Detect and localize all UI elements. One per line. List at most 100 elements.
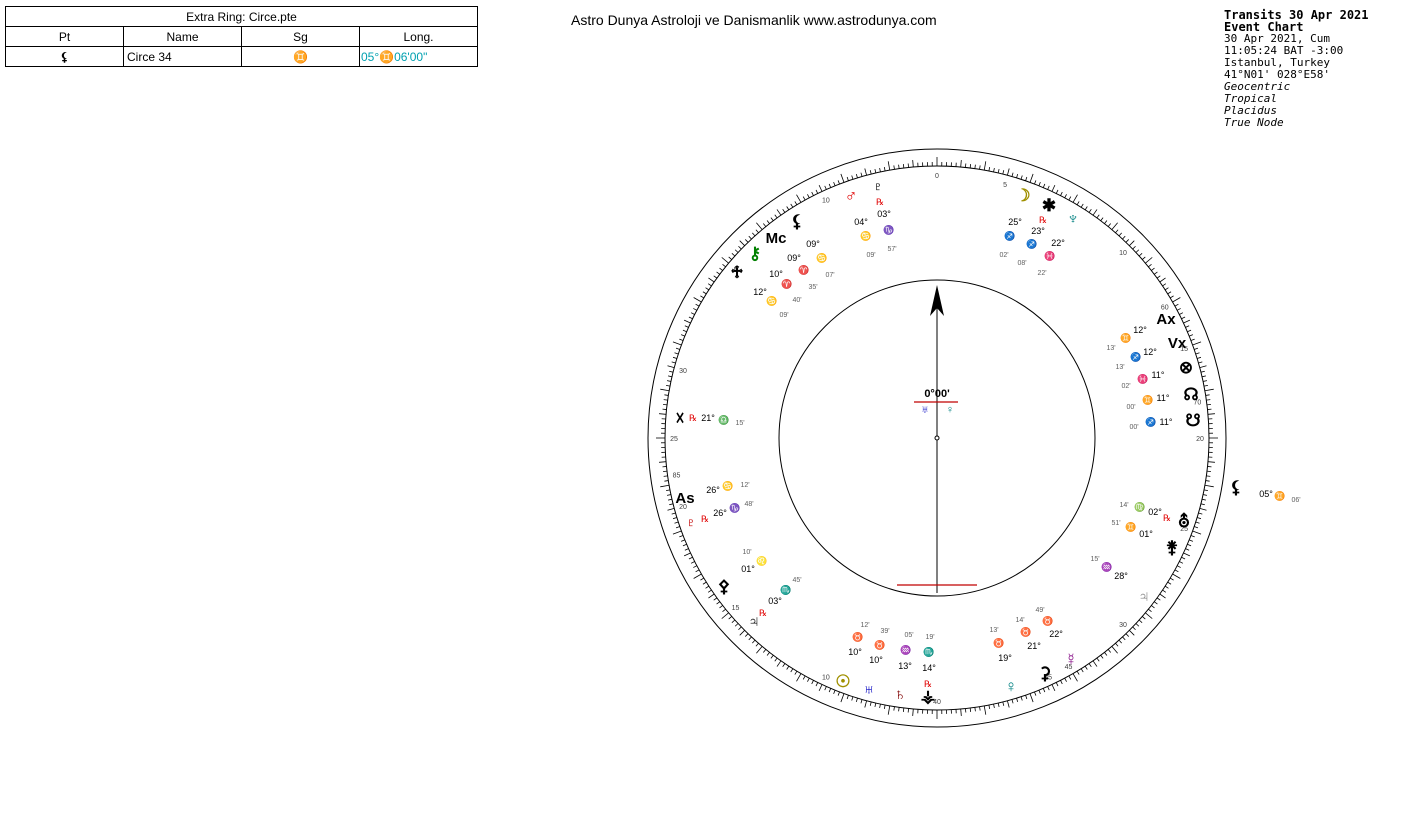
degree-label: 10 [1119,250,1127,257]
position-label: 04° [854,217,868,227]
transit-wheel: 0510152025303540101520253051070456085 0°… [647,148,1301,728]
degree-tick [672,530,682,535]
degree-tick [1189,334,1194,337]
degree-tick [705,287,710,291]
degree-tick [1135,623,1140,627]
position-label: 12° [1143,347,1157,357]
degree-tick [669,370,674,373]
degree-tick [802,675,806,680]
degree-tick [770,654,774,659]
degree-tick [663,475,668,477]
degree-tick [1016,173,1019,179]
degree-tick [1192,341,1202,346]
degree-tick [693,308,698,311]
degree-tick [796,673,802,682]
planet-glyphs: ♂ ♇ ☽✱♆⚸Mc⚷♱AxVx⊗☊☋☓As♇⚸⛢⚵♃⚴♃♀⚳☿☉ ♅ ♄ ⚶ [675,177,1242,706]
degree-tick [667,375,673,378]
degree-tick [1172,573,1181,579]
degree-tick [864,168,867,176]
position-label: 00' [1126,404,1135,411]
degree-tick [1200,503,1205,506]
degree-tick [1206,475,1211,477]
degree-tick [1072,194,1078,203]
degree-tick [782,663,786,668]
degree-tick [794,670,798,675]
degree-tick [807,677,810,682]
degree-tick [756,646,763,654]
degree-tick [684,325,689,328]
degree-tick [811,191,814,196]
degree-tick [1125,633,1130,637]
degree-tick [682,543,687,547]
degree-tick [702,581,707,585]
degree-tick [1068,675,1072,680]
degree-tick [1179,312,1184,315]
degree-tick [1025,695,1028,700]
degree-tick [1076,201,1080,206]
planet-glyph-icon: ♇ [872,177,885,196]
degree-tick [851,696,854,701]
degree-tick [679,535,684,538]
degree-tick [846,176,849,181]
degree-tick [898,707,900,712]
degree-tick [739,630,745,636]
degree-tick [983,161,987,171]
degree-tick [667,365,675,368]
degree-tick [864,700,867,708]
degree-tick [688,556,693,560]
position-label: 03° [768,596,782,606]
position-label: ℞ [1163,513,1171,523]
position-label: 26° [713,508,727,518]
degree-tick [1199,365,1207,368]
degree-tick [774,657,778,662]
degree-tick [1187,543,1192,547]
degree-tick [1153,271,1158,275]
degree-tick [1088,663,1092,668]
degree-tick [879,703,881,709]
degree-tick [1207,461,1215,463]
degree-tick [693,573,702,579]
degree-tick [1203,384,1209,387]
degree-tick [776,660,782,667]
degree-tick [713,275,718,279]
degree-tick [666,494,672,496]
position-label: 02' [1121,383,1130,390]
position-label: 10° [769,269,783,279]
planet-glyph-icon: Vx [1168,335,1187,352]
degree-tick [1096,657,1100,662]
degree-tick [728,256,732,260]
degree-tick [1002,170,1005,175]
degree-tick [1029,693,1034,703]
degree-tick [1042,183,1046,188]
degree-tick [707,589,712,593]
position-label: ℞ [924,679,932,689]
position-label: ♊ [1120,332,1131,343]
position-label: ℞ [701,514,709,524]
degree-tick [667,498,673,501]
degree-tick [700,577,705,581]
degree-tick [898,164,900,169]
position-label: ♐ [1145,416,1156,427]
degree-tick [774,214,778,219]
degree-tick [716,271,721,275]
degree-tick [811,680,814,685]
position-label: ♐ [1004,230,1015,241]
degree-tick [1100,654,1104,659]
degree-tick [734,249,739,253]
degree-tick [748,636,752,641]
degree-tick [1060,191,1063,196]
position-label: ♌ [756,555,767,566]
degree-tick [1195,352,1200,355]
position-label: ♉ [993,637,1004,648]
position-label: 12' [740,482,749,489]
degree-tick [1115,643,1119,647]
degree-tick [1185,325,1190,328]
degree-tick [1196,356,1202,359]
degree-tick [1156,275,1161,279]
position-label: 57' [887,246,896,253]
degree-tick [674,352,679,355]
planet-glyph-icon: ♅ [863,680,876,699]
degree-tick [1142,256,1146,260]
degree-tick [683,552,691,557]
planet-glyph-icon: ☿ [1065,650,1078,669]
